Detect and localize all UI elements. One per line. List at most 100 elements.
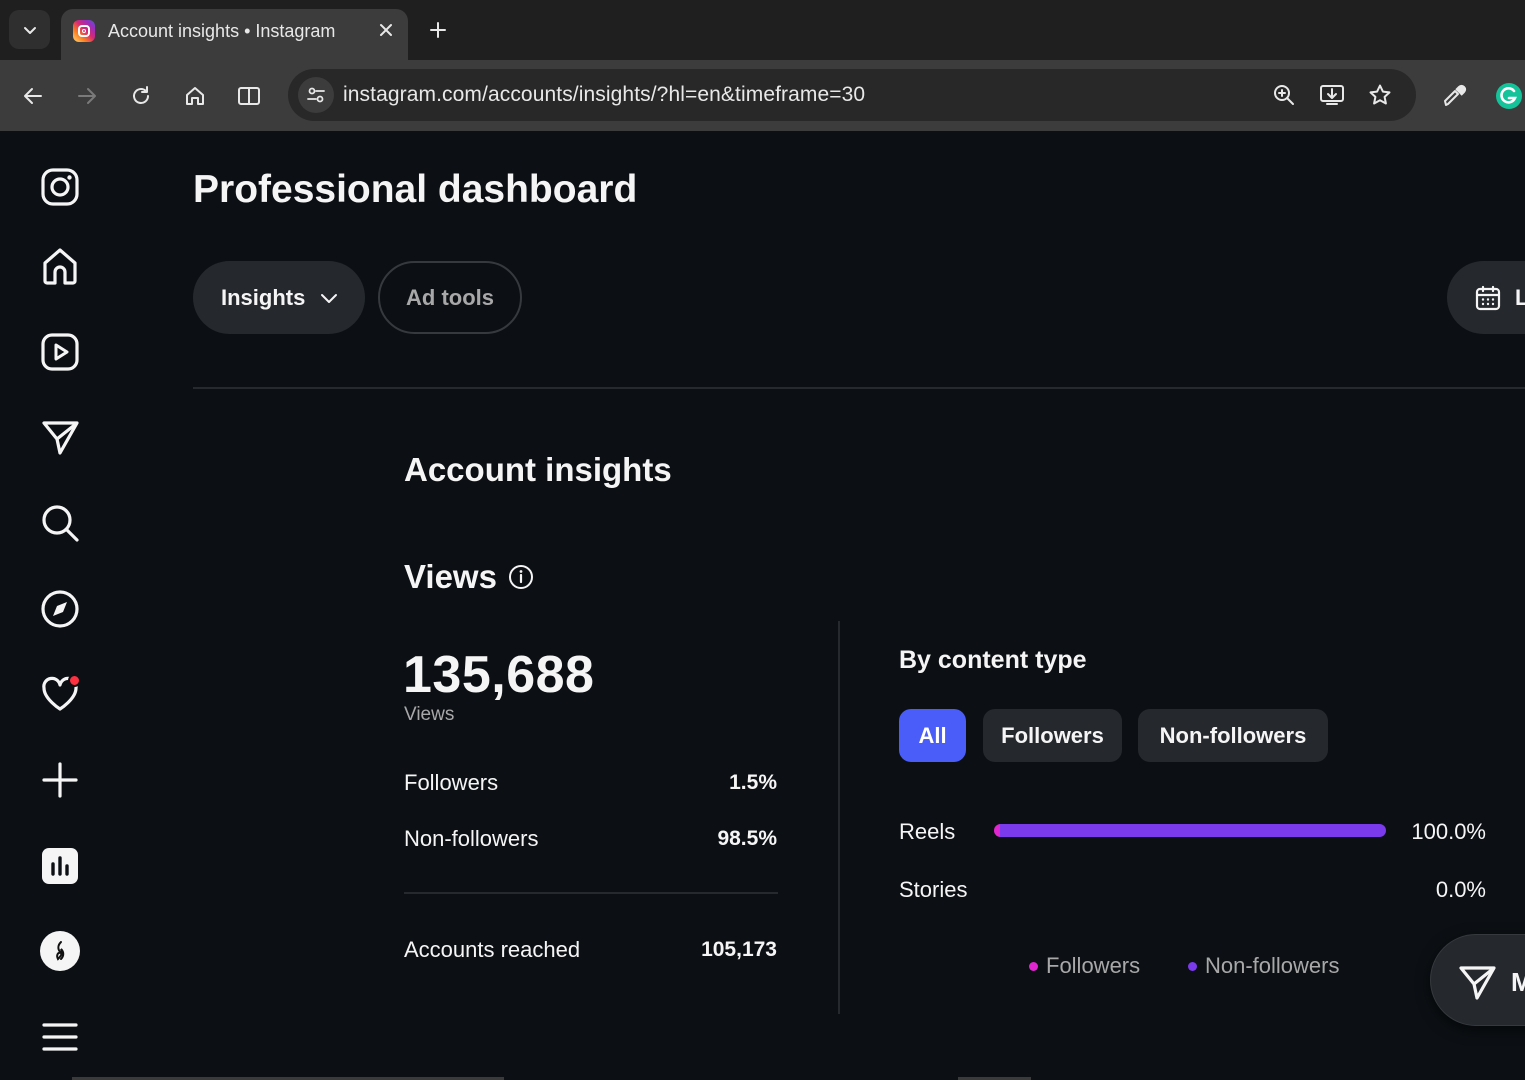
sidebar-item-explore[interactable] xyxy=(36,585,84,633)
home-button[interactable] xyxy=(179,80,211,112)
stats-divider xyxy=(404,892,778,894)
content-type-reels-label: Reels xyxy=(899,819,956,844)
chevron-down-icon xyxy=(23,26,36,34)
close-icon xyxy=(380,24,392,36)
address-bar[interactable]: instagram.com/accounts/insights/?hl=en&t… xyxy=(288,69,1416,121)
accounts-reached-value: 105,173 xyxy=(701,938,777,961)
sidebar-item-instagram-logo[interactable] xyxy=(36,163,84,211)
bookmark-button[interactable] xyxy=(1366,81,1394,109)
sidebar-item-create[interactable] xyxy=(36,756,84,804)
search-icon xyxy=(42,505,79,542)
browser-tab-strip: Account insights • Instagram xyxy=(0,0,1525,60)
content-type-title: By content type xyxy=(899,646,1087,674)
browser-toolbar: instagram.com/accounts/insights/?hl=en&t… xyxy=(0,60,1525,131)
tab-title: Account insights • Instagram xyxy=(108,21,336,41)
date-range-button[interactable]: L xyxy=(1447,261,1525,334)
sidebar-item-more[interactable] xyxy=(36,1013,84,1061)
date-range-label: L xyxy=(1515,284,1525,310)
forward-button[interactable] xyxy=(71,80,103,112)
nonfollowers-label: Non-followers xyxy=(404,826,539,851)
followers-label: Followers xyxy=(404,770,499,795)
column-divider xyxy=(838,621,840,1014)
install-app-button[interactable] xyxy=(1318,81,1346,109)
legend-followers: Followers xyxy=(1029,953,1140,979)
content-type-stories-value: 0.0% xyxy=(1435,877,1486,902)
zoom-in-icon xyxy=(1274,85,1294,105)
reels-icon xyxy=(41,333,79,371)
browser-tab[interactable]: Account insights • Instagram xyxy=(61,9,408,60)
profile-avatar xyxy=(40,931,80,971)
home-icon xyxy=(43,248,77,285)
messages-fab-label: M xyxy=(1511,967,1525,997)
sidebar-item-dashboard[interactable] xyxy=(36,842,84,890)
new-tab-button[interactable] xyxy=(424,16,452,44)
dashboard-icon xyxy=(42,848,78,884)
filter-followers-chip[interactable]: Followers xyxy=(983,709,1122,762)
sidebar-item-reels[interactable] xyxy=(36,328,84,376)
chevron-down-icon xyxy=(321,293,338,303)
reels-bar-nonfollowers-segment xyxy=(1000,824,1386,837)
legend-followers-dot xyxy=(1029,961,1038,971)
back-button[interactable] xyxy=(17,80,49,112)
grammarly-extension-button[interactable] xyxy=(1493,80,1525,112)
site-info-button[interactable] xyxy=(298,77,334,113)
explore-icon xyxy=(41,590,79,628)
info-icon[interactable] xyxy=(507,563,534,590)
content-type-reels-value: 100.0% xyxy=(1411,819,1486,844)
calendar-icon xyxy=(1475,285,1501,310)
views-title: Views xyxy=(404,558,497,595)
zoom-button[interactable] xyxy=(1270,81,1298,109)
reload-icon xyxy=(133,86,149,104)
url-text[interactable]: instagram.com/accounts/insights/?hl=en&t… xyxy=(343,83,865,107)
filter-all-chip[interactable]: All xyxy=(899,709,966,762)
sidebar-item-notifications[interactable] xyxy=(36,670,84,718)
insights-dropdown-button[interactable]: Insights xyxy=(193,261,365,334)
tab-close-button[interactable] xyxy=(373,17,399,43)
reels-bar xyxy=(994,824,1386,837)
nonfollowers-value: 98.5% xyxy=(717,827,777,850)
page-title: Professional dashboard xyxy=(193,168,638,211)
header-divider xyxy=(193,387,1525,389)
arrow-right-icon xyxy=(78,88,96,104)
notification-dot xyxy=(68,674,81,687)
instagram-favicon-icon xyxy=(73,20,95,42)
plus-icon xyxy=(430,22,446,38)
ad-tools-label: Ad tools xyxy=(406,284,494,310)
sidebar-item-search[interactable] xyxy=(36,499,84,547)
split-view-icon xyxy=(238,87,260,105)
legend-followers-label: Followers xyxy=(1046,953,1141,978)
accounts-reached-label: Accounts reached xyxy=(404,937,581,962)
messages-floating-button[interactable]: M xyxy=(1430,934,1525,1026)
sidebar xyxy=(0,131,120,1080)
arrow-left-icon xyxy=(24,88,42,104)
tune-icon xyxy=(307,87,325,103)
account-insights-title: Account insights xyxy=(404,451,672,488)
grammarly-icon xyxy=(1496,83,1522,109)
followers-value: 1.5% xyxy=(729,771,777,794)
eyedropper-extension-button[interactable] xyxy=(1439,80,1471,112)
info-circle-icon xyxy=(508,564,533,589)
plus-icon xyxy=(42,762,78,798)
legend-nonfollowers-dot xyxy=(1188,961,1197,971)
filter-nonfollowers-chip[interactable]: Non-followers xyxy=(1138,709,1328,762)
messages-icon xyxy=(1457,962,1497,1002)
install-app-icon xyxy=(1320,85,1344,105)
reload-button[interactable] xyxy=(125,80,157,112)
sidebar-item-messages[interactable] xyxy=(36,413,84,461)
insights-dropdown-label: Insights xyxy=(221,284,306,310)
instagram-logo-icon xyxy=(41,168,79,206)
legend-nonfollowers-label: Non-followers xyxy=(1205,953,1340,978)
eyedropper-icon xyxy=(1444,84,1467,106)
legend-nonfollowers: Non-followers xyxy=(1188,953,1340,979)
ad-tools-button[interactable]: Ad tools xyxy=(378,261,522,334)
home-icon xyxy=(186,87,204,105)
tab-search-button[interactable] xyxy=(9,10,50,49)
menu-icon xyxy=(42,1023,78,1051)
split-view-button[interactable] xyxy=(233,80,265,112)
sidebar-item-home[interactable] xyxy=(36,242,84,290)
content-type-stories-label: Stories xyxy=(899,877,968,902)
total-views-value: 135,688 xyxy=(403,646,595,704)
star-icon xyxy=(1369,84,1391,105)
messages-icon xyxy=(42,421,79,455)
sidebar-item-profile[interactable] xyxy=(36,927,84,975)
